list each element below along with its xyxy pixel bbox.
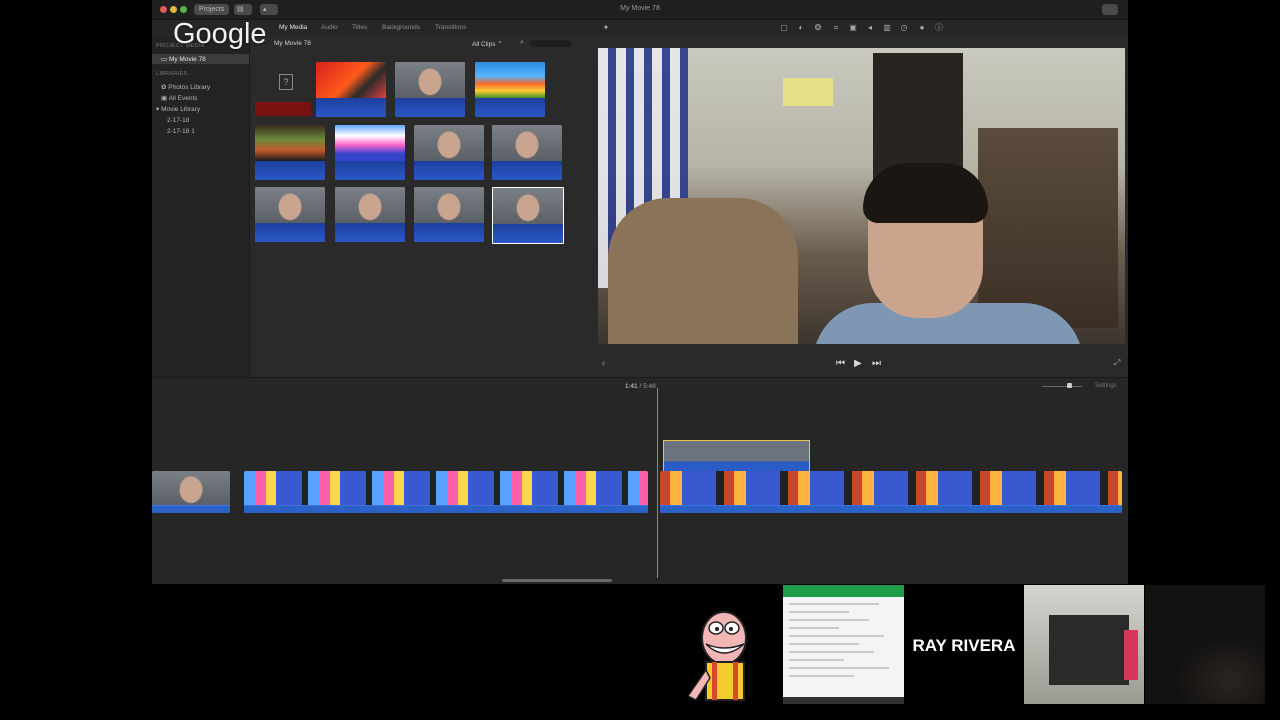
- viewer-couch: [608, 198, 798, 344]
- play-icon[interactable]: ▶: [854, 358, 862, 369]
- media-clip[interactable]: [395, 62, 465, 117]
- playhead[interactable]: [657, 388, 658, 578]
- color-balance-icon[interactable]: ▢: [778, 22, 790, 34]
- timecode-display: 1:41 / 5:48: [625, 383, 656, 390]
- info-icon[interactable]: ⓘ: [933, 22, 945, 34]
- imovie-window: Projects ▤ ▴ My Movie 78 My Media Audio …: [152, 0, 1128, 584]
- sidebar-item-event-1[interactable]: 2-17-18: [167, 117, 189, 124]
- zoom-slider[interactable]: [1042, 386, 1082, 387]
- current-time: 1:41: [625, 383, 638, 390]
- window-title: My Movie 78: [620, 5, 660, 12]
- color-wheel-icon[interactable]: ❂: [812, 22, 824, 34]
- total-time: 5:48: [643, 383, 656, 390]
- timeline-scrollbar[interactable]: [502, 579, 612, 582]
- media-clip[interactable]: [335, 187, 405, 242]
- cartoon-avatar: [686, 611, 747, 701]
- missing-media-bar: [255, 102, 311, 116]
- stabilization-icon[interactable]: ▣: [847, 22, 859, 34]
- search-icon[interactable]: ⌕: [520, 39, 524, 47]
- media-clip[interactable]: [255, 187, 325, 242]
- sidebar-item-photos-library[interactable]: ✿ Photos Library: [161, 83, 210, 91]
- movie-library-label: Movie Library: [161, 106, 201, 113]
- viewer-person: [813, 163, 1083, 344]
- media-clip[interactable]: [335, 125, 405, 180]
- expand-icon[interactable]: ⤢: [1114, 358, 1120, 368]
- microphone-icon[interactable]: ♁: [600, 358, 607, 368]
- timeline-clip-gameplay-2[interactable]: [660, 471, 1122, 513]
- speed-icon[interactable]: ◷: [898, 22, 910, 34]
- crop-icon[interactable]: ⌗: [830, 22, 842, 34]
- sidebar-item-all-events[interactable]: ▣ All Events: [161, 94, 198, 102]
- media-browser: My Movie 78 All Clips ⌃ ⌕ ?: [250, 37, 595, 377]
- browser-title: My Movie 78: [274, 40, 311, 47]
- participant-name: RAY RIVERA: [912, 636, 1016, 655]
- noise-reduction-icon[interactable]: ▥: [881, 22, 893, 34]
- media-clip-selected[interactable]: [492, 187, 564, 244]
- tab-transitions[interactable]: Transitions: [435, 24, 467, 31]
- media-clip[interactable]: [492, 125, 562, 180]
- zoom-slider-thumb[interactable]: [1067, 383, 1072, 388]
- clip-filter-dropdown[interactable]: All Clips ⌃: [472, 40, 503, 48]
- tab-titles[interactable]: Titles: [352, 24, 367, 31]
- timeline-clip-gameplay[interactable]: [244, 471, 648, 513]
- skip-forward-icon[interactable]: ⏭: [872, 358, 881, 369]
- fullscreen-button[interactable]: [1102, 4, 1118, 15]
- media-clip[interactable]: [255, 125, 325, 180]
- project-label: My Movie 78: [168, 56, 206, 63]
- video-viewer: [598, 48, 1125, 344]
- media-clip[interactable]: [316, 62, 386, 117]
- sidebar-item-movie-library[interactable]: ▾ Movie Library: [156, 105, 200, 113]
- libraries-sidebar: PROJECT MEDIA ▭ My Movie 78 LIBRARIES ✿ …: [152, 37, 250, 377]
- all-events-label: All Events: [168, 95, 198, 102]
- timeline-clip-webcam[interactable]: [152, 471, 230, 513]
- missing-media-clip[interactable]: ?: [255, 62, 325, 118]
- title-bar: Projects ▤ ▴ My Movie 78: [152, 0, 1128, 20]
- search-input[interactable]: [530, 40, 572, 47]
- sidebar-item-project[interactable]: ▭ My Movie 78: [161, 55, 206, 63]
- tab-backgrounds[interactable]: Backgrounds: [382, 24, 420, 31]
- media-clip[interactable]: [475, 62, 545, 117]
- magic-wand-icon[interactable]: ✦: [600, 22, 612, 34]
- tab-my-media[interactable]: My Media: [279, 24, 307, 31]
- photos-library-label: Photos Library: [168, 84, 211, 91]
- missing-media-icon: ?: [279, 74, 293, 90]
- media-toolbar: My Media Audio Titles Backgrounds Transi…: [152, 20, 1128, 37]
- skip-back-icon[interactable]: ⏮: [836, 358, 845, 369]
- volume-icon[interactable]: ◂: [864, 22, 876, 34]
- viewer-wall-poster: [783, 78, 833, 106]
- libraries-heading: LIBRARIES: [156, 71, 188, 77]
- sidebar-item-event-2[interactable]: 2-17-18 1: [167, 128, 195, 135]
- screen-share-thumbnail[interactable]: [783, 585, 904, 704]
- google-watermark: Google: [173, 18, 267, 50]
- webcam-thumbnail[interactable]: [1024, 585, 1144, 704]
- media-clip[interactable]: [414, 125, 484, 180]
- timeline-settings-button[interactable]: Settings: [1095, 383, 1117, 389]
- color-correction-icon[interactable]: ◐: [795, 22, 807, 34]
- project-timeline: 1:41 / 5:48 Settings: [152, 377, 1128, 584]
- tab-audio[interactable]: Audio: [321, 24, 338, 31]
- playback-controls: ♁ ⏮ ▶ ⏭ ⤢: [598, 352, 1125, 376]
- dark-webcam-thumbnail[interactable]: [1145, 585, 1265, 704]
- screen-share-taskbar: [783, 697, 904, 704]
- clip-filter-label: All Clips: [472, 41, 496, 48]
- media-clip[interactable]: [414, 187, 484, 242]
- filter-icon[interactable]: ●: [916, 22, 928, 34]
